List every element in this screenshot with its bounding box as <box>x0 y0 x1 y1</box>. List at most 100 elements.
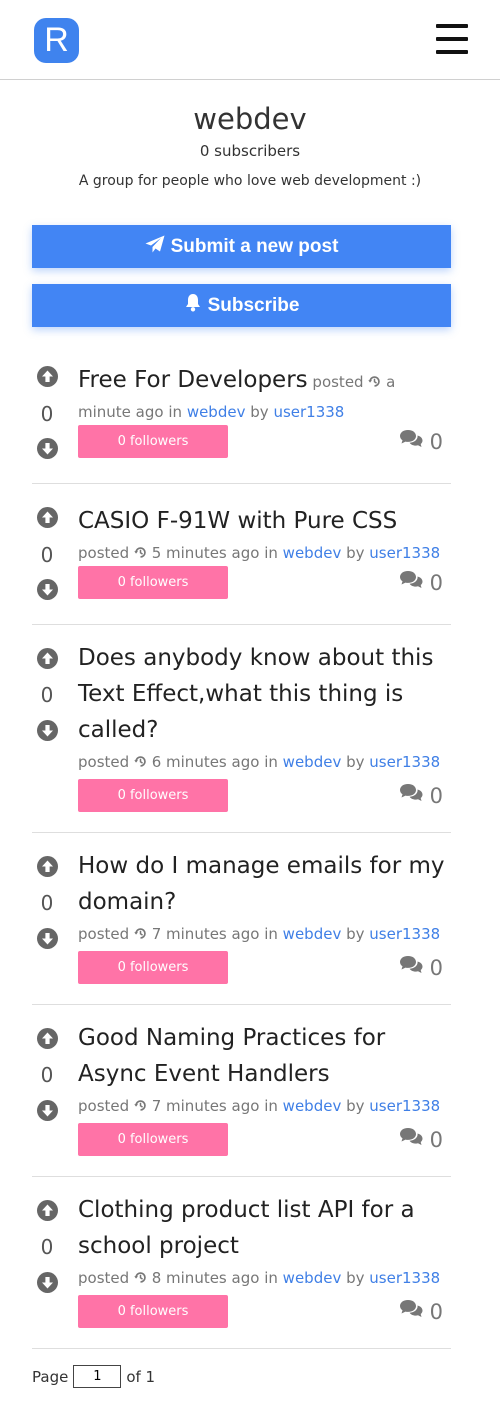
comments-icon <box>399 429 424 454</box>
comments-icon <box>399 1299 424 1324</box>
comment-count: 0 <box>429 1127 443 1152</box>
comments-icon <box>399 955 424 980</box>
post-posted-label: posted <box>78 1269 130 1287</box>
arrow-circle-up-icon[interactable] <box>37 648 58 669</box>
post-group-link[interactable]: webdev <box>283 1097 342 1115</box>
post-group-link[interactable]: webdev <box>187 403 246 421</box>
history-clock-icon <box>134 1100 146 1111</box>
submit-post-button[interactable]: Submit a new post <box>32 225 451 268</box>
comment-count: 0 <box>429 955 443 980</box>
post-group-link[interactable]: webdev <box>283 925 342 943</box>
post-time: 7 minutes ago <box>151 925 260 943</box>
post-author-link[interactable]: user1338 <box>369 1097 440 1115</box>
post-author-link[interactable]: user1338 <box>369 925 440 943</box>
group-description: A group for people who love web developm… <box>78 173 422 189</box>
arrow-circle-up-icon[interactable] <box>37 856 58 877</box>
comments-link[interactable]: 0 <box>399 1295 443 1328</box>
submit-post-label: Submit a new post <box>170 235 339 257</box>
comments-icon <box>399 1127 424 1152</box>
comment-count: 0 <box>429 1299 443 1324</box>
comment-count: 0 <box>429 570 443 595</box>
post-posted-label: posted <box>312 373 364 391</box>
followers-button[interactable]: 0 followers <box>78 425 228 458</box>
subscribe-button[interactable]: Subscribe <box>32 284 451 327</box>
followers-button[interactable]: 0 followers <box>78 566 228 599</box>
page-number-input[interactable] <box>73 1365 122 1388</box>
arrow-circle-up-icon[interactable] <box>37 507 58 528</box>
post-in-label: in <box>264 753 278 771</box>
post-author-link[interactable]: user1338 <box>369 753 440 771</box>
app-logo[interactable]: R <box>34 18 79 63</box>
arrow-circle-down-icon[interactable] <box>37 1272 58 1293</box>
navbar: R <box>0 0 500 80</box>
post-posted-label: posted <box>78 1097 130 1115</box>
post-title-link[interactable]: CASIO F-91W with Pure CSS <box>78 508 397 534</box>
post-title-link[interactable]: How do I manage emails for my domain? <box>78 853 444 915</box>
post-title-link[interactable]: Clothing product list API for a school p… <box>78 1197 415 1259</box>
history-clock-icon <box>134 756 146 767</box>
followers-button[interactable]: 0 followers <box>78 951 228 984</box>
comments-link[interactable]: 0 <box>399 779 443 812</box>
post-body: Free For Developers posted a minute ago … <box>78 362 451 426</box>
subscriber-count: 0 subscribers <box>199 142 301 160</box>
followers-button[interactable]: 0 followers <box>78 1123 228 1156</box>
post-author-link[interactable]: user1338 <box>273 403 344 421</box>
history-clock-icon <box>134 547 146 558</box>
post-by-label: by <box>250 403 269 421</box>
post-title-link[interactable]: Does anybody know about this Text Effect… <box>78 645 433 743</box>
post-by-label: by <box>346 1097 365 1115</box>
post-item: 0 Good Naming Practices for Async Event H… <box>32 1022 451 1177</box>
post-body: Does anybody know about this Text Effect… <box>78 640 451 776</box>
post-time: 5 minutes ago <box>151 544 260 562</box>
post-body: CASIO F-91W with Pure CSS posted 5 minut… <box>78 503 451 567</box>
history-clock-icon <box>134 1272 146 1283</box>
post-in-label: in <box>264 1269 278 1287</box>
arrow-circle-down-icon[interactable] <box>37 720 58 741</box>
arrow-circle-up-icon[interactable] <box>37 1028 58 1049</box>
post-title-link[interactable]: Free For Developers <box>78 367 308 393</box>
post-group-link[interactable]: webdev <box>283 544 342 562</box>
post-time: 8 minutes ago <box>151 1269 260 1287</box>
comments-link[interactable]: 0 <box>399 425 443 458</box>
post-body: Clothing product list API for a school p… <box>78 1192 451 1292</box>
post-time: 7 minutes ago <box>151 1097 260 1115</box>
post-item: 0 Does anybody know about this Text Effec… <box>32 642 451 833</box>
post-title-link[interactable]: Good Naming Practices for Async Event Ha… <box>78 1025 385 1087</box>
post-group-link[interactable]: webdev <box>283 753 342 771</box>
group-header: webdev 0 subscribers A group for people … <box>0 100 500 192</box>
arrow-circle-down-icon[interactable] <box>37 438 58 459</box>
post-item: 0 How do I manage emails for my domain? po… <box>32 850 451 1005</box>
comments-link[interactable]: 0 <box>399 566 443 599</box>
post-posted-label: posted <box>78 753 130 771</box>
followers-button[interactable]: 0 followers <box>78 779 228 812</box>
subscribe-label: Subscribe <box>207 294 300 316</box>
post-item: 0 Clothing product list API for a school … <box>32 1194 451 1349</box>
post-group-link[interactable]: webdev <box>283 1269 342 1287</box>
comment-count: 0 <box>429 429 443 454</box>
comments-link[interactable]: 0 <box>399 1123 443 1156</box>
arrow-circle-down-icon[interactable] <box>37 928 58 949</box>
post-posted-label: posted <box>78 544 130 562</box>
history-clock-icon <box>134 928 146 939</box>
post-item: 0 CASIO F-91W with Pure CSS posted 5 minu… <box>32 503 451 625</box>
comments-link[interactable]: 0 <box>399 951 443 984</box>
post-body: How do I manage emails for my domain? pos… <box>78 848 451 948</box>
post-time: 6 minutes ago <box>151 753 260 771</box>
page-total-label: of 1 <box>126 1367 156 1386</box>
post-in-label: in <box>264 1097 278 1115</box>
arrow-circle-down-icon[interactable] <box>37 579 58 600</box>
arrow-circle-down-icon[interactable] <box>37 1100 58 1121</box>
vote-count: 0 <box>40 402 54 426</box>
post-author-link[interactable]: user1338 <box>369 1269 440 1287</box>
post-by-label: by <box>346 1269 365 1287</box>
post-posted-label: posted <box>78 925 130 943</box>
group-name: webdev <box>193 102 307 136</box>
arrow-circle-up-icon[interactable] <box>37 366 58 387</box>
followers-button[interactable]: 0 followers <box>78 1295 228 1328</box>
arrow-circle-up-icon[interactable] <box>37 1200 58 1221</box>
post-by-label: by <box>346 753 365 771</box>
vote-count: 0 <box>40 683 54 707</box>
post-author-link[interactable]: user1338 <box>369 544 440 562</box>
hamburger-menu-icon[interactable] <box>436 24 468 54</box>
comments-icon <box>399 783 424 808</box>
